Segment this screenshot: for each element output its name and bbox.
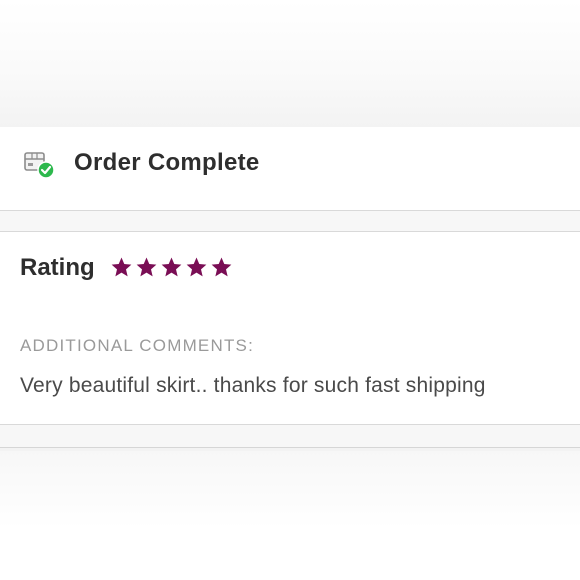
package-check-icon [22, 149, 56, 179]
star-icon [111, 257, 132, 277]
bottom-background [0, 451, 580, 580]
review-comment: Very beautiful skirt.. thanks for such f… [20, 374, 486, 397]
top-background [0, 0, 580, 127]
star-icon [186, 257, 207, 277]
star-icon [136, 257, 157, 277]
section-gap [0, 425, 580, 447]
star-icon [161, 257, 182, 277]
star-icon [211, 257, 232, 277]
additional-comments-heading: ADDITIONAL COMMENTS: [20, 336, 254, 355]
order-status-title: Order Complete [74, 149, 260, 176]
section-gap [0, 211, 580, 231]
review-card: Rating ADDITIONAL COMMENTS: Very beautif… [0, 231, 580, 425]
rating-label: Rating [20, 254, 95, 281]
order-status-card: Order Complete [0, 127, 580, 211]
rating-stars [110, 256, 233, 279]
